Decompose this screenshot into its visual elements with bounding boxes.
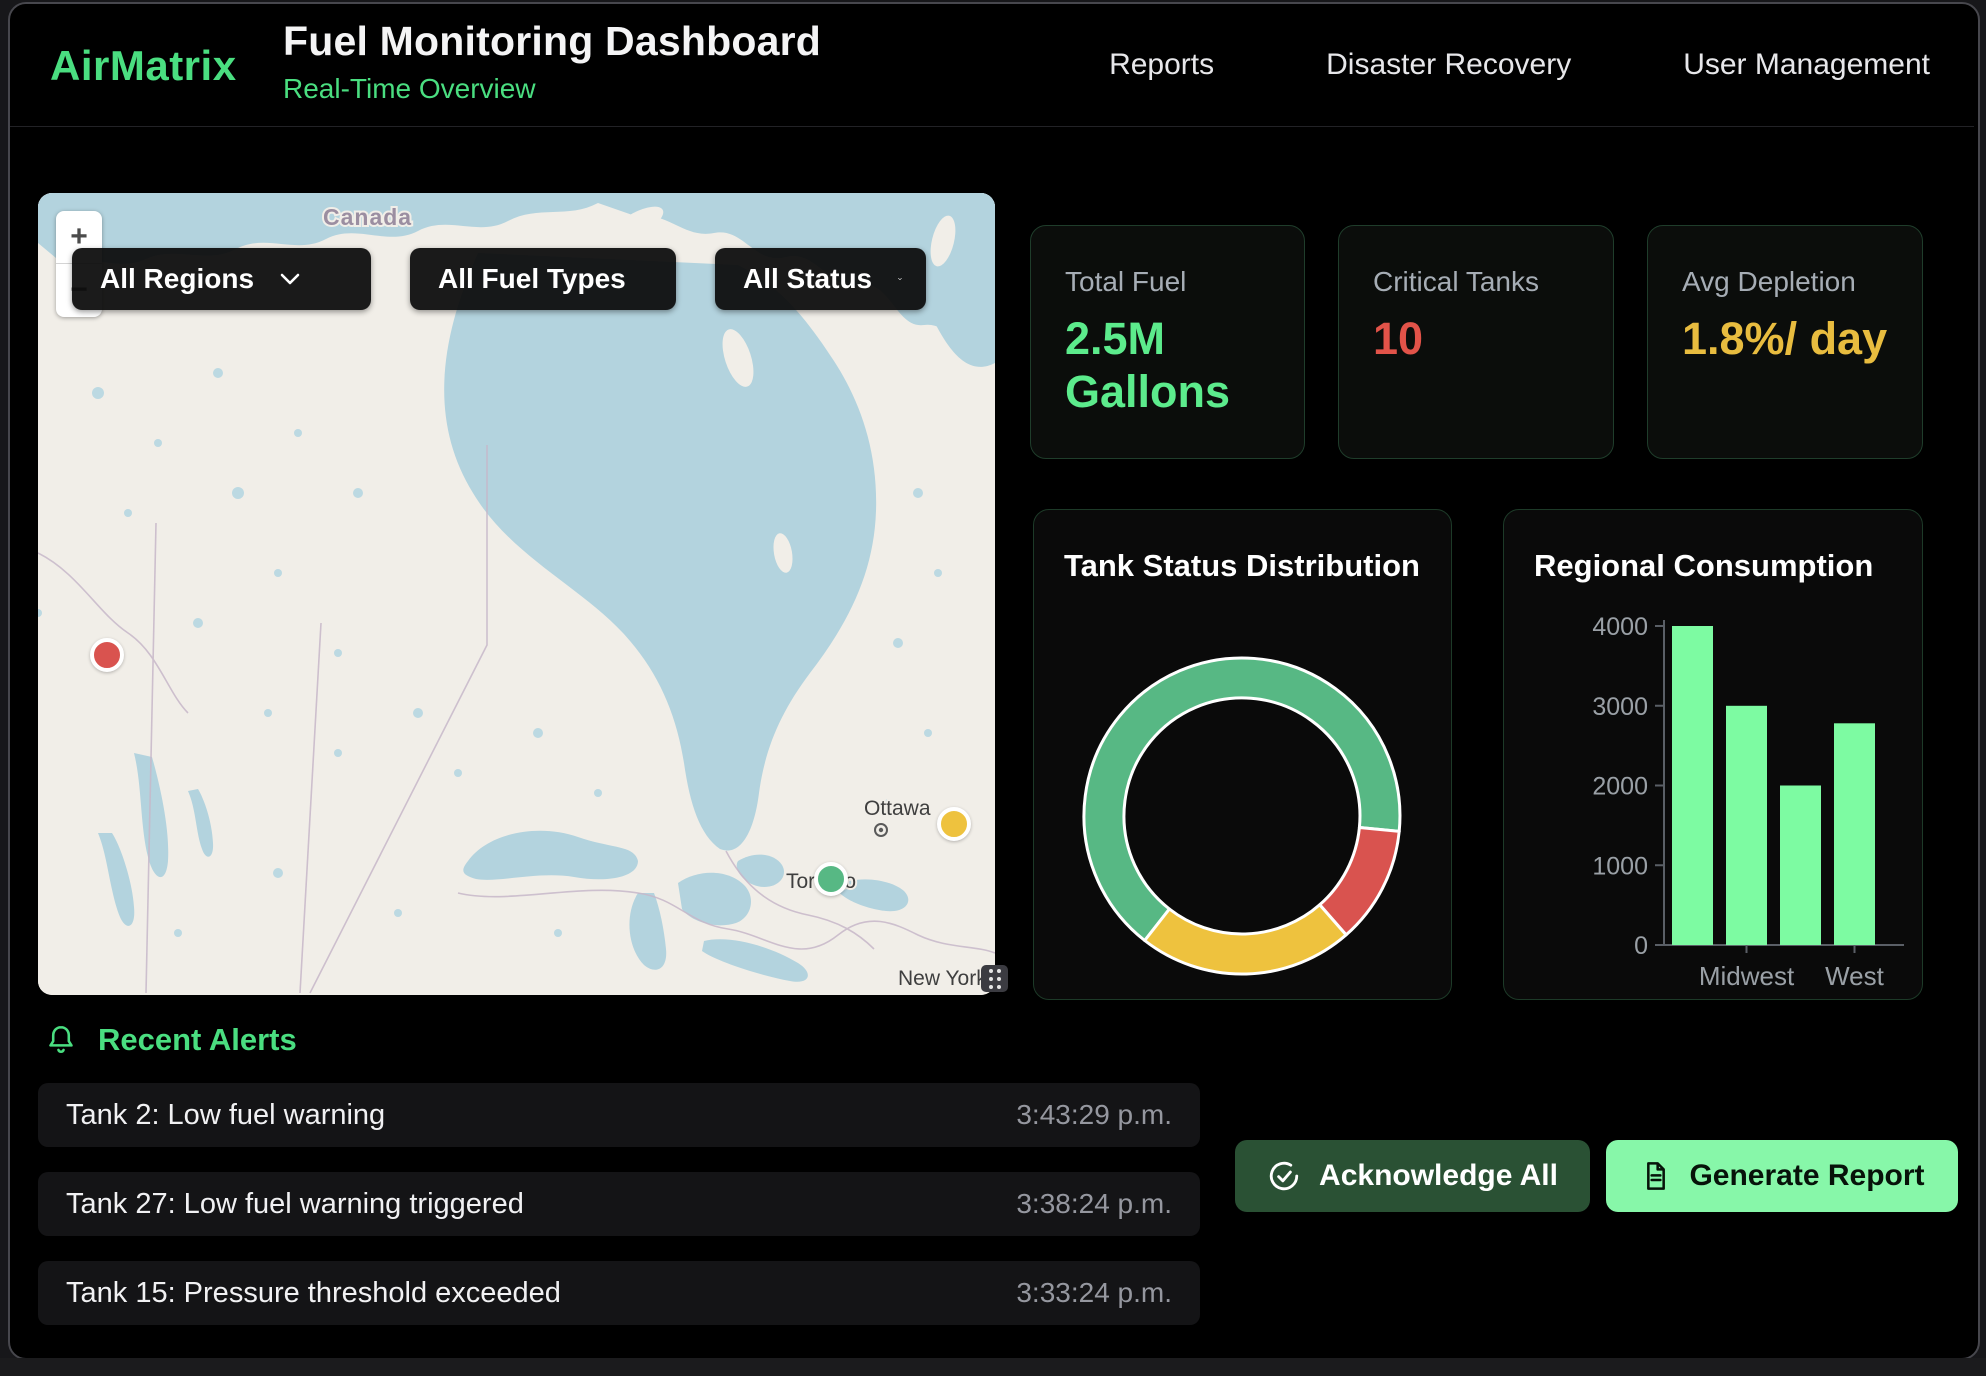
svg-text:1000: 1000: [1592, 852, 1648, 880]
alert-list-item[interactable]: Tank 15: Pressure threshold exceeded 3:3…: [38, 1261, 1200, 1325]
nav-item-reports[interactable]: Reports: [1109, 48, 1214, 82]
map-filters: All Regions All Fuel Types All Status: [72, 248, 926, 310]
chevron-down-icon: [280, 273, 300, 285]
stat-value-critical-tanks: 10: [1373, 312, 1583, 365]
svg-text:West: West: [1825, 961, 1885, 991]
title-block: Fuel Monitoring Dashboard Real-Time Over…: [283, 18, 821, 105]
alert-timestamp: 3:38:24 p.m.: [1016, 1188, 1172, 1220]
region-filter-select[interactable]: All Regions: [72, 248, 371, 310]
stat-label: Critical Tanks: [1373, 266, 1579, 298]
stat-value-total-fuel: 2.5M Gallons: [1065, 312, 1275, 418]
alerts-header: Recent Alerts: [44, 1022, 297, 1058]
alert-list-item[interactable]: Tank 2: Low fuel warning 3:43:29 p.m.: [38, 1083, 1200, 1147]
bell-icon: [44, 1022, 78, 1058]
bar-south: [1780, 786, 1821, 946]
acknowledge-all-label: Acknowledge All: [1319, 1159, 1558, 1193]
chevron-down-icon: [898, 273, 902, 285]
svg-text:Midwest: Midwest: [1699, 961, 1795, 991]
map-label-canada: Canada: [323, 204, 412, 230]
svg-text:2000: 2000: [1592, 773, 1648, 801]
drag-handle-icon[interactable]: [981, 965, 1008, 992]
tank-marker-warning[interactable]: [937, 807, 971, 841]
map-panel[interactable]: Canada Ottawa Toronto New York + − All R…: [38, 193, 995, 995]
fuel-type-filter-value: All Fuel Types: [438, 263, 626, 295]
donut-segment-warning: [1145, 905, 1346, 974]
check-circle-icon: [1267, 1159, 1301, 1193]
bar-chart-title: Regional Consumption: [1534, 548, 1873, 584]
tank-marker-normal[interactable]: [814, 862, 848, 896]
stat-card-total-fuel: Total Fuel 2.5M Gallons: [1030, 225, 1305, 459]
stat-label: Total Fuel: [1065, 266, 1270, 298]
window-bottom-edge: [0, 1358, 1986, 1376]
status-filter-select[interactable]: All Status: [715, 248, 926, 310]
status-filter-value: All Status: [743, 263, 872, 295]
header: AirMatrix Fuel Monitoring Dashboard Real…: [10, 4, 1974, 127]
generate-report-label: Generate Report: [1689, 1159, 1924, 1193]
tank-status-distribution-card: Tank Status Distribution: [1033, 509, 1452, 1000]
nav-item-disaster-recovery[interactable]: Disaster Recovery: [1326, 48, 1571, 82]
stat-label: Avg Depletion: [1682, 266, 1888, 298]
map-label-ottawa: Ottawa: [864, 797, 931, 820]
stat-value-avg-depletion: 1.8%/ day: [1682, 312, 1892, 365]
svg-text:4000: 4000: [1592, 613, 1648, 641]
svg-text:3000: 3000: [1592, 693, 1648, 721]
alert-message: Tank 15: Pressure threshold exceeded: [66, 1277, 561, 1310]
bar-midwest: [1726, 706, 1767, 945]
file-text-icon: [1639, 1159, 1671, 1193]
alerts-title: Recent Alerts: [98, 1022, 297, 1058]
stat-card-avg-depletion: Avg Depletion 1.8%/ day: [1647, 225, 1923, 459]
tank-marker-critical[interactable]: [90, 638, 124, 672]
alert-timestamp: 3:43:29 p.m.: [1016, 1099, 1172, 1131]
fuel-type-filter-select[interactable]: All Fuel Types: [410, 248, 676, 310]
map-canvas: Canada Ottawa Toronto New York: [38, 193, 995, 995]
region-filter-value: All Regions: [100, 263, 254, 295]
acknowledge-all-button[interactable]: Acknowledge All: [1235, 1140, 1590, 1212]
main-nav: Reports Disaster Recovery User Managemen…: [1109, 4, 1930, 126]
brand-logo: AirMatrix: [50, 42, 237, 90]
regional-consumption-card: Regional Consumption 0 1000 2000 3000 4000 Mi…: [1503, 509, 1923, 1000]
page-title: Fuel Monitoring Dashboard: [283, 18, 821, 65]
map-label-new-york: New York: [898, 967, 987, 990]
svg-text:0: 0: [1634, 932, 1648, 960]
alert-message: Tank 2: Low fuel warning: [66, 1099, 385, 1132]
alert-list-item[interactable]: Tank 27: Low fuel warning triggered 3:38…: [38, 1172, 1200, 1236]
alert-timestamp: 3:33:24 p.m.: [1016, 1277, 1172, 1309]
bar-northeast: [1672, 626, 1713, 945]
nav-item-user-management[interactable]: User Management: [1683, 48, 1930, 82]
page-subtitle: Real-Time Overview: [283, 73, 821, 105]
bar-west: [1834, 723, 1875, 945]
alert-message: Tank 27: Low fuel warning triggered: [66, 1188, 524, 1221]
generate-report-button[interactable]: Generate Report: [1606, 1140, 1958, 1212]
stat-card-critical-tanks: Critical Tanks 10: [1338, 225, 1614, 459]
donut-chart-title: Tank Status Distribution: [1064, 548, 1420, 584]
